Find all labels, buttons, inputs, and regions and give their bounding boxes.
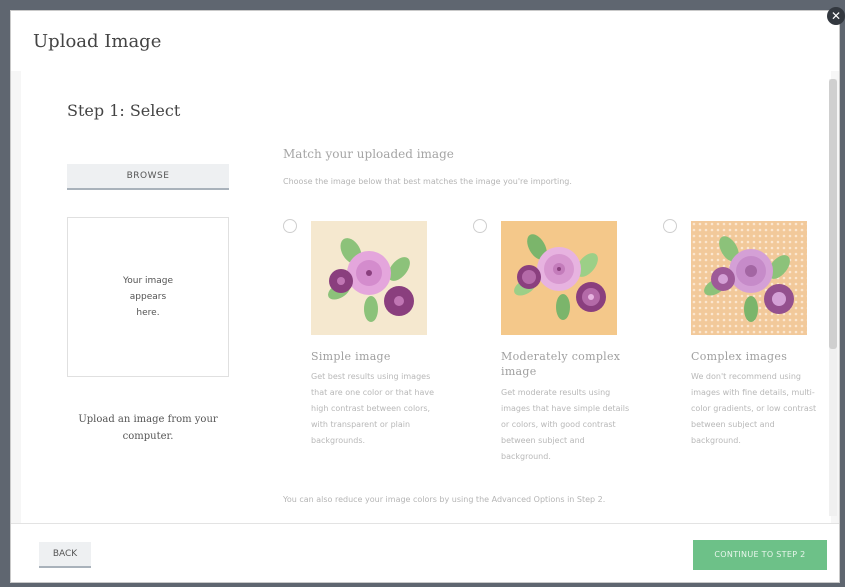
radio-moderately-complex-image[interactable] (473, 219, 487, 233)
continue-button[interactable]: CONTINUE TO STEP 2 (693, 540, 827, 570)
radio-complex-images[interactable] (663, 219, 677, 233)
upload-hint: Upload an image from your computer. (78, 414, 218, 442)
radio-simple-image[interactable] (283, 219, 297, 233)
close-icon[interactable]: ✕ (827, 7, 845, 25)
option-title: Complex images (691, 350, 788, 363)
image-preview-box: Your image appears here. (67, 217, 229, 377)
back-button[interactable]: BACK (39, 542, 91, 568)
option-description: Get moderate results using images that h… (501, 388, 630, 461)
simple-image-thumbnail[interactable] (311, 221, 427, 335)
complex-images-thumbnail[interactable] (691, 221, 807, 335)
upload-image-dialog: Upload Image ✕ Step 1: Select BROWSE You… (10, 7, 845, 583)
option-title: Simple image (311, 350, 391, 363)
option-title: Moderately complex image (501, 350, 621, 378)
match-subtitle: Choose the image below that best matches… (283, 177, 572, 186)
advanced-options-note: You can also reduce your image colors by… (283, 495, 606, 504)
dialog-body: Step 1: Select BROWSE Your image appears… (11, 71, 839, 524)
dialog-title: Upload Image (33, 31, 162, 52)
content-panel: Step 1: Select BROWSE Your image appears… (21, 71, 831, 524)
match-title: Match your uploaded image (283, 147, 454, 161)
scrollbar-thumb[interactable] (829, 79, 837, 349)
option-description: We don't recommend using images with fin… (691, 372, 817, 445)
option-description: Get best results using images that are o… (311, 372, 435, 445)
browse-button[interactable]: BROWSE (67, 164, 229, 190)
dialog-header: Upload Image (11, 11, 839, 72)
moderately-complex-image-thumbnail[interactable] (501, 221, 617, 335)
step-title: Step 1: Select (67, 101, 181, 120)
preview-placeholder: Your image appears here. (122, 276, 174, 318)
scrollbar[interactable] (829, 79, 837, 516)
dialog-footer: BACK CONTINUE TO STEP 2 (11, 523, 839, 582)
